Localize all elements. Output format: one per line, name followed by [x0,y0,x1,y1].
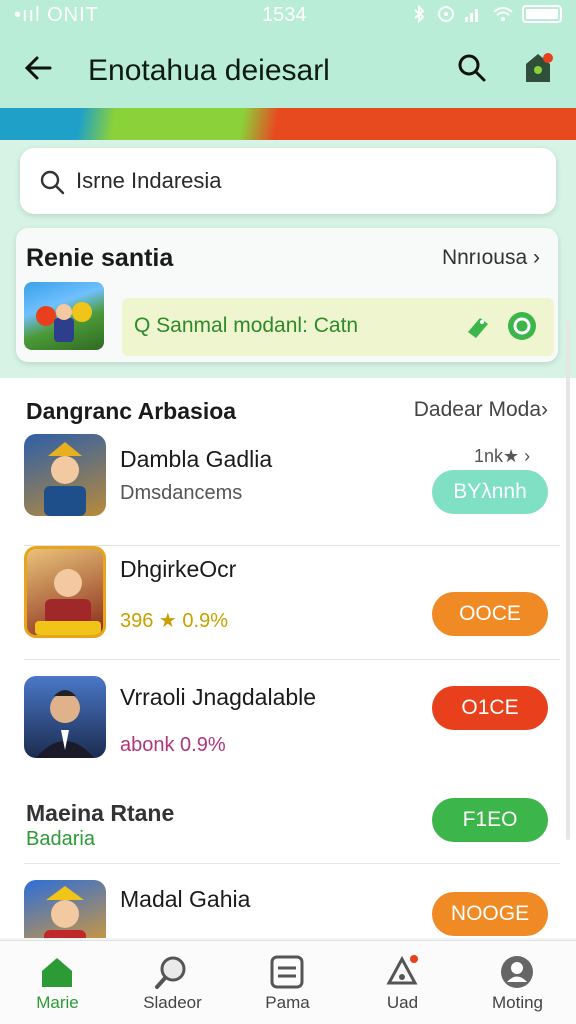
nav-label: Sladeor [143,993,202,1012]
promo-banner[interactable]: Q Sanmal modanl: Catn [122,298,554,356]
app-subtitle: Badaria [26,828,95,850]
nav-label: Pama [265,993,310,1012]
hero-portrait-icon [35,569,101,635]
scrollbar[interactable] [566,320,570,840]
app-icon[interactable] [24,434,106,516]
promo-text: Q Sanmal modanl: Catn [134,314,359,337]
alarm-icon [438,6,454,22]
clock: 1534 [262,4,307,26]
battery-icon [522,5,562,23]
app-row[interactable]: Madal Gahia NOOGE [0,874,560,938]
nav-label: Moting [491,993,544,1012]
nav-item-profile[interactable]: Moting [460,941,575,1024]
app-name: Vrraoli Jnagdalable [120,684,317,710]
app-icon[interactable] [24,676,106,758]
color-banner-stripe [0,108,576,140]
app-row[interactable]: Dambla Gadlia Dmsdancems 1nk★ › BYλnnh [0,428,560,546]
app-icon[interactable] [24,546,106,638]
nav-item-home[interactable]: Marie [0,941,115,1024]
status-icons [410,4,562,24]
install-button[interactable]: OOCE [432,592,548,636]
search-icon [155,956,186,989]
game-art-icon [36,302,92,342]
search-icon[interactable] [454,50,490,86]
profile-icon [501,956,533,988]
featured-title: Renie santia [26,244,174,272]
install-button[interactable]: O1CE [432,686,548,730]
nav-label: Uad [386,993,419,1012]
back-arrow-icon[interactable] [20,48,60,88]
section-title: Dangranc Arbasioa [26,398,237,424]
nav-label: Marie [36,993,79,1012]
nav-item-notifications[interactable]: Uad [345,941,460,1024]
featured-see-more-link[interactable]: Nnrıousa › [442,246,540,270]
app-icon[interactable] [24,880,106,938]
person-portrait-icon [36,690,94,758]
featured-game-thumbnail[interactable] [24,282,104,350]
app-rating: 396 ★ 0.9% [120,610,228,632]
list-icon [270,955,304,989]
store-bag-icon[interactable] [518,48,558,88]
home-icon [42,958,72,987]
search-placeholder: Isrne Indaresia [76,168,222,193]
install-button[interactable]: F1EO [432,798,548,842]
app-row[interactable]: DhgirkeOcr 396 ★ 0.9% OOCE [0,542,560,660]
app-name: Madal Gahia [120,886,251,912]
tag-icon[interactable] [462,312,492,342]
hero-portrait-icon [44,886,86,938]
search-icon [40,170,65,195]
bluetooth-icon [414,5,425,23]
app-subtitle: Dmsdancems [120,482,243,504]
page-title: Enotahua deiesarl [88,54,330,87]
badge-check-icon[interactable] [506,310,538,342]
section-see-more-link[interactable]: Dadear Moda› [414,398,548,422]
app-name: Maeina Rtane [26,800,175,826]
bell-icon [386,955,418,985]
nav-item-list[interactable]: Pama [230,941,345,1024]
app-bar: Enotahua deiesarl [0,40,576,100]
warrior-portrait-icon [44,442,86,516]
app-row[interactable]: Vrraoli Jnagdalable abonk 0.9% O1CE [0,662,560,780]
search-input[interactable]: Isrne Indaresia [20,148,556,214]
app-header-area: •ııl ONIT 1534 Enotahua deiesarl [0,0,576,108]
app-rank-meta: 1nk★ › [474,446,531,466]
install-button[interactable]: NOOGE [432,892,548,936]
status-bar: •ııl ONIT 1534 [0,0,576,30]
row-divider [24,659,560,660]
featured-card[interactable]: Renie santia Nnrıousa › Q Sanmal modanl:… [16,228,558,362]
install-button[interactable]: BYλnnh [432,470,548,514]
carrier-label: •ııl ONIT [14,4,99,26]
wifi-icon [493,7,513,21]
row-divider [24,863,560,864]
app-name: Dambla Gadlia [120,446,273,472]
app-name: DhgirkeOcr [120,556,237,582]
nav-item-search[interactable]: Sladeor [115,941,230,1024]
signal-icon [465,9,478,22]
app-rating: abonk 0.9% [120,734,226,756]
bottom-navigation: Marie Sladeor Pama Uad Moting [0,940,576,1024]
